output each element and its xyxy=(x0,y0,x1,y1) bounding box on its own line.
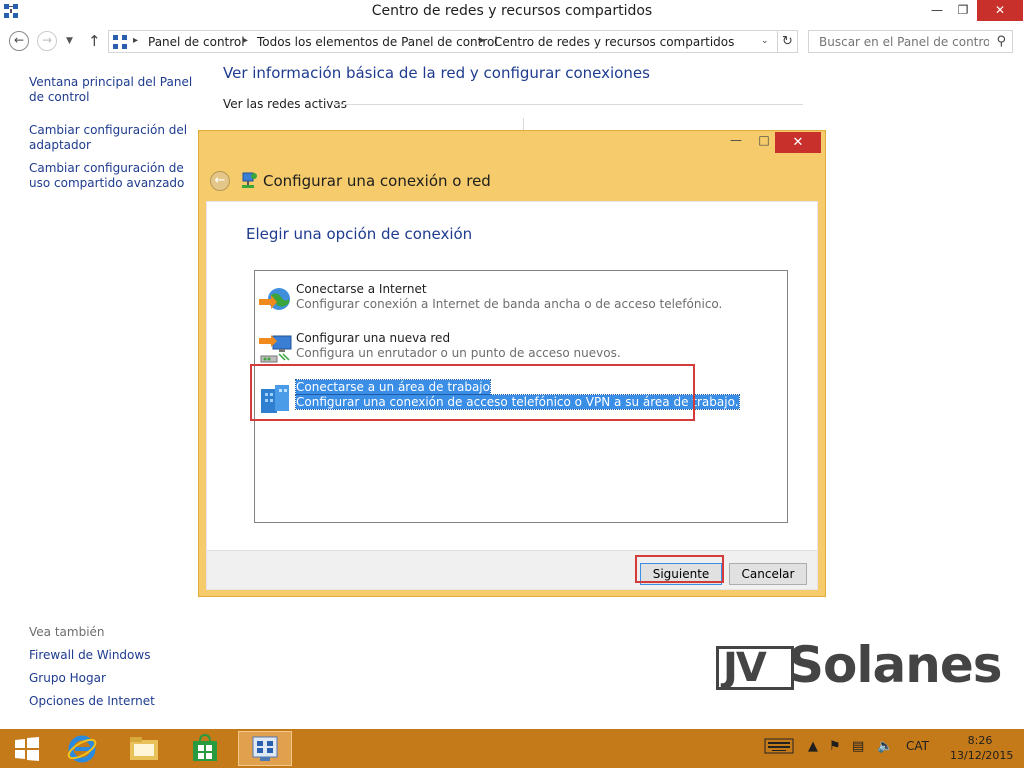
file-explorer-taskbar[interactable] xyxy=(117,731,171,766)
folder-icon xyxy=(130,737,158,760)
network-setup-icon xyxy=(242,172,257,188)
search-input[interactable] xyxy=(809,31,989,52)
chevron-right-icon: ▸ xyxy=(243,35,249,46)
breadcrumb-network-center[interactable]: Centro de redes y recursos compartidos xyxy=(494,35,734,49)
keyboard-icon[interactable] xyxy=(764,738,794,758)
show-hidden-icons-icon[interactable]: ▲ xyxy=(808,739,818,754)
control-panel-icon xyxy=(113,35,127,49)
logo-solanes-text: Solanes xyxy=(788,636,1003,694)
see-also-label: Vea también xyxy=(29,625,105,639)
highlight-box-option xyxy=(250,364,695,421)
dialog-footer: Siguiente Cancelar xyxy=(207,550,817,589)
store-taskbar[interactable] xyxy=(178,731,232,766)
cancel-button[interactable]: Cancelar xyxy=(729,563,807,585)
option-description: Configurar conexión a Internet de banda … xyxy=(296,297,723,311)
dialog-minimize-button[interactable]: — xyxy=(725,133,747,147)
logo-jv-box: JV xyxy=(716,645,794,691)
start-button[interactable] xyxy=(0,731,54,766)
recent-locations-dropdown[interactable]: ▼ xyxy=(66,36,73,46)
maximize-button[interactable]: ❐ xyxy=(950,0,976,21)
volume-icon[interactable]: 🔈 xyxy=(877,739,893,754)
control-panel-taskbar[interactable] xyxy=(238,731,292,766)
link-internet-options[interactable]: Opciones de Internet xyxy=(29,694,197,709)
dialog-back-button[interactable]: ← xyxy=(210,171,230,191)
option-title: Conectarse a Internet xyxy=(296,282,427,296)
link-advanced-sharing-settings[interactable]: Cambiar configuración de uso compartido … xyxy=(29,161,197,191)
network-center-icon xyxy=(252,736,278,761)
link-change-adapter-settings[interactable]: Cambiar configuración del adaptador xyxy=(29,123,197,153)
chevron-right-icon: ▸ xyxy=(480,35,486,46)
store-icon xyxy=(193,733,217,761)
logo-jv-text: JV xyxy=(723,645,767,691)
active-networks-label: Ver las redes activas xyxy=(223,97,347,111)
action-center-flag-icon[interactable]: ⚑ xyxy=(829,739,841,754)
clock-time: 8:26 xyxy=(967,734,993,747)
clock-date: 13/12/2015 xyxy=(950,749,1014,762)
new-network-icon xyxy=(259,335,292,363)
taskbar: ▲ ⚑ ▤ 🔈 CAT 8:26 13/12/2015 xyxy=(0,729,1024,768)
option-connect-internet[interactable]: Conectarse a Internet Configurar conexió… xyxy=(259,279,779,319)
up-button[interactable]: ↑ xyxy=(88,32,101,50)
back-button[interactable]: ← xyxy=(9,31,29,51)
dialog-close-button[interactable]: ✕ xyxy=(775,132,821,153)
internet-explorer-taskbar[interactable] xyxy=(55,731,109,766)
forward-button[interactable]: → xyxy=(37,31,57,51)
dialog-heading: Elegir una opción de conexión xyxy=(246,225,473,243)
option-new-network[interactable]: Configurar una nueva red Configura un en… xyxy=(259,328,779,368)
chevron-right-icon: ▸ xyxy=(133,35,139,46)
search-box[interactable]: ⚲ xyxy=(808,30,1013,53)
highlight-box-next xyxy=(635,555,724,583)
address-dropdown-icon[interactable]: ⌄ xyxy=(761,36,769,46)
link-control-panel-home[interactable]: Ventana principal del Panel de control xyxy=(29,75,197,105)
network-status-icon[interactable]: ▤ xyxy=(852,739,864,754)
address-bar[interactable]: ▸ Panel de control ▸ Todos los elementos… xyxy=(108,30,798,53)
search-icon[interactable]: ⚲ xyxy=(996,34,1006,49)
option-description: Configura un enrutador o un punto de acc… xyxy=(296,346,621,360)
breadcrumb-control-panel[interactable]: Panel de control xyxy=(148,35,245,49)
dialog-maximize-button[interactable]: □ xyxy=(753,133,775,147)
close-button[interactable]: ✕ xyxy=(977,0,1023,21)
dialog-title: Configurar una conexión o red xyxy=(263,172,491,190)
system-clock[interactable]: 8:26 13/12/2015 xyxy=(950,733,1014,763)
input-language-indicator[interactable]: CAT xyxy=(906,739,929,753)
refresh-icon[interactable]: ↻ xyxy=(777,31,797,52)
link-homegroup[interactable]: Grupo Hogar xyxy=(29,671,197,686)
window-title: Centro de redes y recursos compartidos xyxy=(371,3,653,19)
window-titlebar: Centro de redes y recursos compartidos —… xyxy=(0,0,1024,24)
internet-explorer-icon xyxy=(67,735,97,763)
breadcrumb-all-items[interactable]: Todos los elementos de Panel de control xyxy=(257,35,498,49)
page-title: Ver información básica de la red y confi… xyxy=(223,64,650,82)
navigation-bar: ← → ▼ ↑ ▸ Panel de control ▸ Todos los e… xyxy=(0,28,1024,56)
minimize-button[interactable]: — xyxy=(924,0,950,21)
windows-logo-icon xyxy=(15,737,39,761)
link-windows-firewall[interactable]: Firewall de Windows xyxy=(29,648,197,663)
option-title: Configurar una nueva red xyxy=(296,331,451,345)
divider xyxy=(333,104,803,105)
globe-network-icon xyxy=(259,288,290,310)
